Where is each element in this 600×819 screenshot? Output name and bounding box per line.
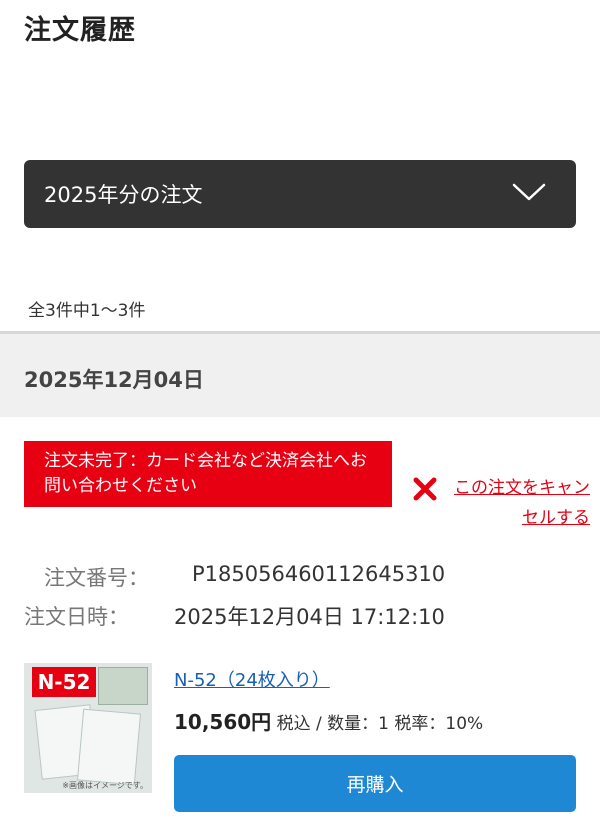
order-number-label: 注文番号： <box>44 566 149 590</box>
year-filter-value: 2025年分の注文 <box>44 183 203 207</box>
close-icon <box>413 477 437 501</box>
product-package-image <box>98 667 148 705</box>
product-tag: N-52 <box>32 667 96 697</box>
product-price: 10,560円 <box>174 710 272 734</box>
rebuy-button[interactable]: 再購入 <box>174 755 576 812</box>
order-number-value: P185056460112645310 <box>192 562 446 586</box>
cancel-order-label[interactable]: この注文をキャンセルする <box>440 473 590 533</box>
page-title: 注文履歴 <box>24 15 136 46</box>
thumbnail-caption: ※画像はイメージです。 <box>62 781 148 790</box>
product-quantity: 数量：1 <box>327 714 389 734</box>
product-tax-rate: 税率：10% <box>394 714 484 734</box>
price-separator: / <box>316 714 328 734</box>
cancel-order-link[interactable]: この注文をキャンセルする <box>412 473 592 533</box>
product-pack-image <box>76 708 142 786</box>
order-datetime-value: 2025年12月04日 17:12:10 <box>174 605 445 629</box>
order-date: 2025年12月04日 <box>24 368 204 392</box>
order-status-badge: 注文未完了：カード会社など決済会社へお問い合わせください <box>24 441 392 507</box>
product-name-link[interactable]: N-52（24枚入り） <box>174 666 330 692</box>
order-datetime-label: 注文日時： <box>24 605 129 629</box>
price-line: 10,560円 税込 / 数量：1 税率：10% <box>174 706 483 735</box>
year-filter-select[interactable]: 2025年分の注文 <box>24 160 576 228</box>
order-date-header: 2025年12月04日 <box>0 331 600 417</box>
product-thumbnail[interactable]: N-52 ※画像はイメージです。 <box>24 663 152 793</box>
tax-label: 税込 <box>276 714 311 734</box>
chevron-down-icon <box>512 183 546 201</box>
result-count: 全3件中1～3件 <box>28 301 146 321</box>
